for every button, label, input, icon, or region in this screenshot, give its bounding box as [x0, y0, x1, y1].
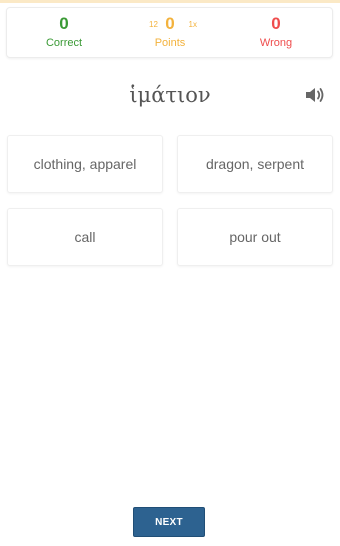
answer-option-2[interactable]: dragon, serpent	[177, 135, 333, 193]
answer-option-1[interactable]: clothing, apparel	[7, 135, 163, 193]
points-count: 0	[165, 14, 175, 33]
score-card: 0 Correct 12 0 1x Points 0 Wrong	[6, 7, 333, 58]
correct-count: 0	[59, 14, 69, 33]
wrong-count: 0	[271, 14, 281, 33]
answer-option-4[interactable]: pour out	[177, 208, 333, 266]
points-label: Points	[154, 37, 186, 49]
correct-label: Correct	[45, 37, 83, 49]
next-button[interactable]: NEXT	[133, 507, 205, 537]
wrong-stat: 0 Wrong	[231, 14, 321, 50]
points-multiplier-right: 1x	[188, 20, 197, 29]
answer-option-3[interactable]: call	[7, 208, 163, 266]
speaker-icon[interactable]	[303, 84, 327, 106]
points-stat: 12 0 1x Points	[125, 14, 215, 50]
top-accent-strip	[0, 0, 340, 3]
correct-stat: 0 Correct	[19, 14, 109, 50]
points-multiplier-left: 12	[149, 20, 158, 29]
wrong-label: Wrong	[259, 37, 293, 49]
prompt-word: ἱμάτιον	[129, 83, 211, 107]
